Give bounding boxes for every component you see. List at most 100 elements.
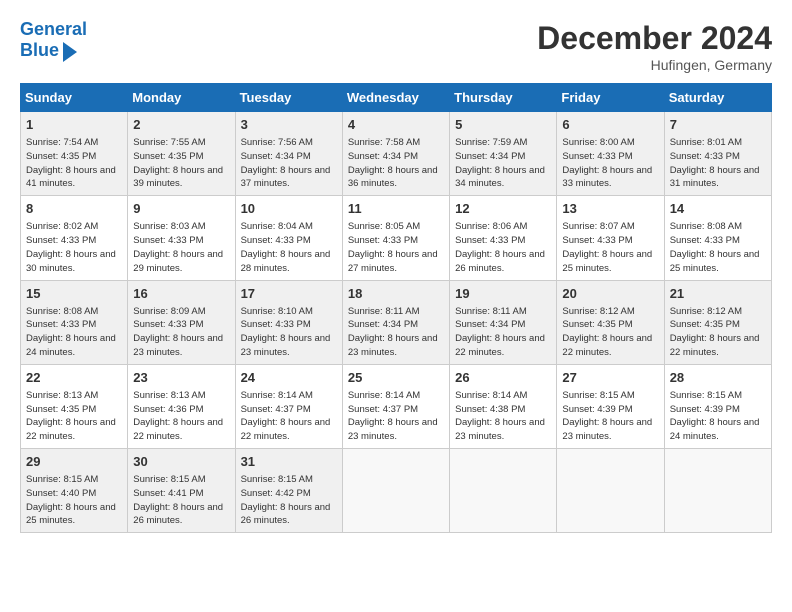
- day-info: Sunrise: 8:08 AMSunset: 4:33 PMDaylight:…: [26, 305, 122, 360]
- col-header-friday: Friday: [557, 84, 664, 112]
- day-info: Sunrise: 8:14 AMSunset: 4:38 PMDaylight:…: [455, 389, 551, 444]
- calendar-cell: 9 Sunrise: 8:03 AMSunset: 4:33 PMDaylight…: [128, 196, 235, 280]
- day-info: Sunrise: 8:12 AMSunset: 4:35 PMDaylight:…: [670, 305, 766, 360]
- col-header-tuesday: Tuesday: [235, 84, 342, 112]
- calendar-cell: 22Sunrise: 8:13 AMSunset: 4:35 PMDayligh…: [21, 364, 128, 448]
- day-number: 4: [348, 116, 444, 134]
- calendar-cell: 24Sunrise: 8:14 AMSunset: 4:37 PMDayligh…: [235, 364, 342, 448]
- day-info: Sunrise: 7:54 AMSunset: 4:35 PMDaylight:…: [26, 136, 122, 191]
- calendar-cell: 20 Sunrise: 8:12 AMSunset: 4:35 PMDayligh…: [557, 280, 664, 364]
- day-info: Sunrise: 7:55 AMSunset: 4:35 PMDaylight:…: [133, 136, 229, 191]
- day-number: 10: [241, 200, 337, 218]
- calendar-cell: 11Sunrise: 8:05 AMSunset: 4:33 PMDayligh…: [342, 196, 449, 280]
- day-info: Sunrise: 8:06 AMSunset: 4:33 PMDaylight:…: [455, 220, 551, 275]
- logo-blue-text: Blue: [20, 40, 59, 60]
- day-number: 1: [26, 116, 122, 134]
- day-info: Sunrise: 8:07 AMSunset: 4:33 PMDaylight:…: [562, 220, 658, 275]
- day-number: 8: [26, 200, 122, 218]
- calendar-cell: 29 Sunrise: 8:15 AMSunset: 4:40 PMDayligh…: [21, 449, 128, 533]
- day-number: 12: [455, 200, 551, 218]
- day-info: Sunrise: 8:04 AMSunset: 4:33 PMDaylight:…: [241, 220, 337, 275]
- logo: General Blue: [20, 20, 87, 62]
- logo-arrow-icon: [63, 42, 77, 62]
- day-info: Sunrise: 8:14 AMSunset: 4:37 PMDaylight:…: [348, 389, 444, 444]
- day-info: Sunrise: 8:15 AMSunset: 4:42 PMDaylight:…: [241, 473, 337, 528]
- day-number: 17: [241, 285, 337, 303]
- day-number: 13: [562, 200, 658, 218]
- day-info: Sunrise: 8:01 AMSunset: 4:33 PMDaylight:…: [670, 136, 766, 191]
- calendar-cell: 14Sunrise: 8:08 AMSunset: 4:33 PMDayligh…: [664, 196, 771, 280]
- calendar-cell: 27 Sunrise: 8:15 AMSunset: 4:39 PMDayligh…: [557, 364, 664, 448]
- calendar-cell: 16Sunrise: 8:09 AMSunset: 4:33 PMDayligh…: [128, 280, 235, 364]
- calendar-week-row: 15 Sunrise: 8:08 AMSunset: 4:33 PMDayligh…: [21, 280, 772, 364]
- day-number: 11: [348, 200, 444, 218]
- day-info: Sunrise: 7:58 AMSunset: 4:34 PMDaylight:…: [348, 136, 444, 191]
- calendar-cell: 21Sunrise: 8:12 AMSunset: 4:35 PMDayligh…: [664, 280, 771, 364]
- day-number: 26: [455, 369, 551, 387]
- day-info: Sunrise: 8:10 AMSunset: 4:33 PMDaylight:…: [241, 305, 337, 360]
- calendar-cell: 17 Sunrise: 8:10 AMSunset: 4:33 PMDayligh…: [235, 280, 342, 364]
- calendar-cell: 1 Sunrise: 7:54 AMSunset: 4:35 PMDaylight…: [21, 112, 128, 196]
- calendar-cell: [450, 449, 557, 533]
- day-number: 19: [455, 285, 551, 303]
- day-number: 7: [670, 116, 766, 134]
- day-number: 14: [670, 200, 766, 218]
- calendar-cell: 25 Sunrise: 8:14 AMSunset: 4:37 PMDayligh…: [342, 364, 449, 448]
- calendar-week-row: 29 Sunrise: 8:15 AMSunset: 4:40 PMDayligh…: [21, 449, 772, 533]
- day-info: Sunrise: 8:15 AMSunset: 4:39 PMDaylight:…: [562, 389, 658, 444]
- location: Hufingen, Germany: [537, 57, 772, 73]
- calendar-cell: 30Sunrise: 8:15 AMSunset: 4:41 PMDayligh…: [128, 449, 235, 533]
- calendar-cell: 3 Sunrise: 7:56 AMSunset: 4:34 PMDaylight…: [235, 112, 342, 196]
- calendar-cell: [342, 449, 449, 533]
- day-info: Sunrise: 8:13 AMSunset: 4:36 PMDaylight:…: [133, 389, 229, 444]
- day-info: Sunrise: 7:56 AMSunset: 4:34 PMDaylight:…: [241, 136, 337, 191]
- day-info: Sunrise: 8:03 AMSunset: 4:33 PMDaylight:…: [133, 220, 229, 275]
- day-number: 22: [26, 369, 122, 387]
- day-number: 3: [241, 116, 337, 134]
- col-header-sunday: Sunday: [21, 84, 128, 112]
- day-info: Sunrise: 8:11 AMSunset: 4:34 PMDaylight:…: [455, 305, 551, 360]
- day-info: Sunrise: 7:59 AMSunset: 4:34 PMDaylight:…: [455, 136, 551, 191]
- calendar-cell: 26 Sunrise: 8:14 AMSunset: 4:38 PMDayligh…: [450, 364, 557, 448]
- calendar-cell: 15 Sunrise: 8:08 AMSunset: 4:33 PMDayligh…: [21, 280, 128, 364]
- day-number: 5: [455, 116, 551, 134]
- calendar-cell: 4 Sunrise: 7:58 AMSunset: 4:34 PMDaylight…: [342, 112, 449, 196]
- calendar-cell: [664, 449, 771, 533]
- calendar-cell: 31Sunrise: 8:15 AMSunset: 4:42 PMDayligh…: [235, 449, 342, 533]
- day-info: Sunrise: 8:14 AMSunset: 4:37 PMDaylight:…: [241, 389, 337, 444]
- day-info: Sunrise: 8:15 AMSunset: 4:40 PMDaylight:…: [26, 473, 122, 528]
- day-number: 15: [26, 285, 122, 303]
- calendar-cell: 5 Sunrise: 7:59 AMSunset: 4:34 PMDaylight…: [450, 112, 557, 196]
- day-info: Sunrise: 8:12 AMSunset: 4:35 PMDaylight:…: [562, 305, 658, 360]
- calendar-cell: [557, 449, 664, 533]
- day-info: Sunrise: 8:00 AMSunset: 4:33 PMDaylight:…: [562, 136, 658, 191]
- calendar-cell: 19 Sunrise: 8:11 AMSunset: 4:34 PMDayligh…: [450, 280, 557, 364]
- day-info: Sunrise: 8:11 AMSunset: 4:34 PMDaylight:…: [348, 305, 444, 360]
- calendar-week-row: 8 Sunrise: 8:02 AMSunset: 4:33 PMDaylight…: [21, 196, 772, 280]
- calendar-cell: 10 Sunrise: 8:04 AMSunset: 4:33 PMDayligh…: [235, 196, 342, 280]
- logo-blue: Blue: [20, 41, 59, 61]
- day-number: 25: [348, 369, 444, 387]
- calendar-table: SundayMondayTuesdayWednesdayThursdayFrid…: [20, 83, 772, 533]
- calendar-cell: 6 Sunrise: 8:00 AMSunset: 4:33 PMDaylight…: [557, 112, 664, 196]
- day-number: 16: [133, 285, 229, 303]
- calendar-week-row: 22Sunrise: 8:13 AMSunset: 4:35 PMDayligh…: [21, 364, 772, 448]
- calendar-cell: 13 Sunrise: 8:07 AMSunset: 4:33 PMDayligh…: [557, 196, 664, 280]
- day-info: Sunrise: 8:15 AMSunset: 4:39 PMDaylight:…: [670, 389, 766, 444]
- calendar-week-row: 1 Sunrise: 7:54 AMSunset: 4:35 PMDaylight…: [21, 112, 772, 196]
- col-header-monday: Monday: [128, 84, 235, 112]
- calendar-cell: 23Sunrise: 8:13 AMSunset: 4:36 PMDayligh…: [128, 364, 235, 448]
- day-number: 30: [133, 453, 229, 471]
- logo-text: General: [20, 20, 87, 40]
- calendar-cell: 28Sunrise: 8:15 AMSunset: 4:39 PMDayligh…: [664, 364, 771, 448]
- day-number: 29: [26, 453, 122, 471]
- day-number: 18: [348, 285, 444, 303]
- title-block: December 2024 Hufingen, Germany: [537, 20, 772, 73]
- page-header: General Blue December 2024 Hufingen, Ger…: [20, 20, 772, 73]
- day-number: 6: [562, 116, 658, 134]
- day-number: 9: [133, 200, 229, 218]
- day-info: Sunrise: 8:02 AMSunset: 4:33 PMDaylight:…: [26, 220, 122, 275]
- day-number: 20: [562, 285, 658, 303]
- day-number: 27: [562, 369, 658, 387]
- col-header-wednesday: Wednesday: [342, 84, 449, 112]
